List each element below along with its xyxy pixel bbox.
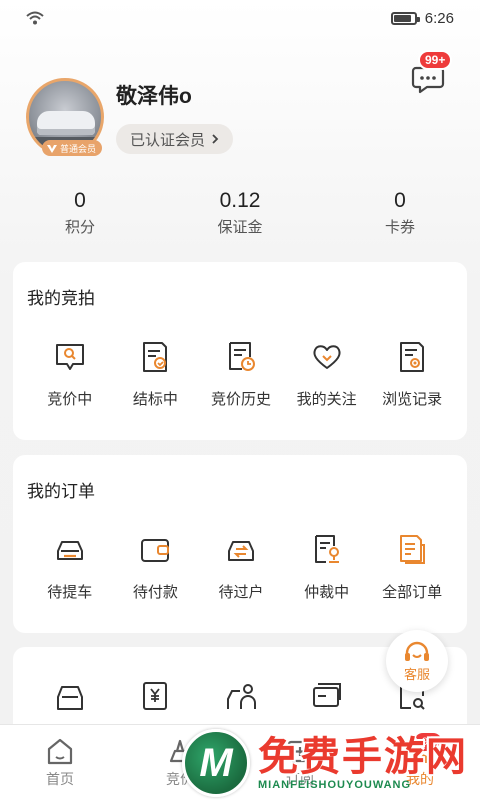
car-icon — [56, 686, 83, 710]
stat-coupons[interactable]: 0 卡券 — [320, 188, 480, 237]
tab-mine[interactable]: 我的 99 — [360, 725, 480, 800]
tool-item[interactable] — [284, 679, 370, 713]
auction-item-favorite[interactable]: 我的关注 — [284, 340, 370, 409]
auction-item-history[interactable]: 竞价历史 — [198, 340, 284, 409]
status-bar: 6:26 — [0, 0, 480, 36]
stat-points[interactable]: 0 积分 — [0, 188, 160, 237]
tool-item[interactable] — [27, 679, 113, 713]
home-icon — [47, 738, 73, 765]
person-car-icon — [226, 684, 256, 709]
auction-item-browse[interactable]: 浏览记录 — [369, 340, 455, 409]
tab-bidding[interactable]: 竞价 — [120, 725, 240, 800]
verify-button[interactable]: 已认证会员 — [116, 124, 234, 154]
avatar-car-image — [37, 111, 95, 135]
price-icon — [143, 682, 168, 710]
subscribe-icon — [287, 740, 313, 763]
tab-badge: 99 — [414, 733, 442, 751]
battery-level — [393, 14, 411, 22]
auction-title: 我的竞拍 — [27, 289, 95, 308]
auction-card: 我的竞拍 竞价中 结标中 竞价历史 我的关注 浏览记录 — [13, 262, 467, 440]
order-item-all[interactable]: 全部订单 — [369, 533, 455, 602]
avatar[interactable]: 普通会员 — [26, 78, 104, 156]
message-badge: 99+ — [418, 50, 453, 70]
order-item-payment[interactable]: 待付款 — [113, 533, 199, 602]
order-item-arbitration[interactable]: 仲裁中 — [284, 533, 370, 602]
closing-icon — [143, 342, 168, 372]
bid-tab-icon — [169, 739, 191, 763]
customer-service-button[interactable]: 客服 — [386, 630, 448, 692]
auction-item-bidding[interactable]: 竞价中 — [27, 340, 113, 409]
car-pickup-icon — [56, 541, 83, 560]
tab-subscribe[interactable]: 订阅 — [240, 725, 360, 800]
stat-value: 0.12 — [219, 189, 261, 212]
stats-row: 0 积分 0.12 保证金 0 卡券 — [0, 188, 480, 237]
arbitration-icon — [314, 535, 339, 563]
auction-item-closing[interactable]: 结标中 — [113, 340, 199, 409]
customer-service-label: 客服 — [403, 666, 430, 682]
orders-card: 我的订单 待提车 待付款 待过户 仲裁中 全部订单 — [13, 455, 467, 633]
all-orders-icon — [400, 535, 426, 564]
vip-icon — [47, 145, 57, 153]
tab-home[interactable]: 首页 — [0, 725, 120, 800]
card-icon — [312, 683, 341, 707]
stat-value: 0 — [394, 189, 406, 212]
status-time: 6:26 — [424, 9, 454, 27]
favorite-icon — [313, 345, 341, 369]
stat-label: 卡券 — [384, 219, 415, 236]
headset-icon — [405, 641, 429, 661]
tool-item[interactable] — [113, 679, 199, 713]
verify-label: 已认证会员 — [130, 131, 206, 149]
order-item-transfer[interactable]: 待过户 — [198, 533, 284, 602]
stat-deposit[interactable]: 0.12 保证金 — [160, 188, 320, 237]
wifi-icon — [26, 11, 44, 25]
tool-item[interactable] — [198, 679, 284, 713]
chevron-right-icon — [212, 134, 219, 144]
battery-icon — [390, 11, 420, 25]
history-icon — [228, 342, 255, 371]
wallet-icon — [141, 539, 170, 562]
tab-bar: 首页 竞价 订阅 我的 99 — [0, 724, 480, 800]
transfer-icon — [227, 541, 254, 561]
stat-label: 积分 — [64, 219, 95, 236]
browse-record-icon — [400, 342, 425, 372]
stat-label: 保证金 — [217, 219, 263, 236]
member-tag: 普通会员 — [42, 140, 103, 156]
orders-title: 我的订单 — [27, 482, 95, 501]
username: 敬泽伟o — [116, 85, 192, 108]
order-item-pickup[interactable]: 待提车 — [27, 533, 113, 602]
bidding-icon — [55, 344, 84, 370]
stat-value: 0 — [74, 189, 86, 212]
